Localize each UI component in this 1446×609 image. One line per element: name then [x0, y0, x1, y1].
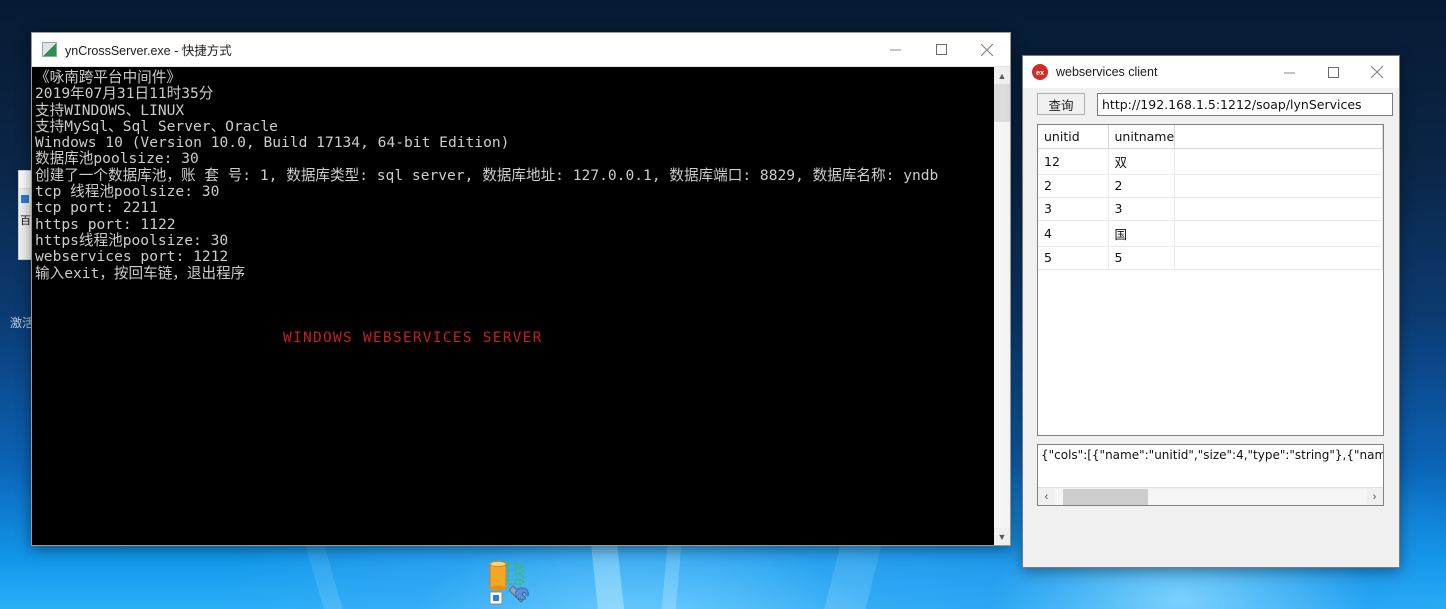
cell-unitname[interactable]: 2 [1108, 174, 1175, 198]
console-banner: WINDOWS WEBSERVICES SERVER [283, 329, 543, 346]
cell-unitname[interactable]: 双 [1108, 148, 1175, 175]
column-header-filler[interactable] [1174, 125, 1383, 149]
console-line: 输入exit，按回车链，退出程序 [35, 264, 246, 282]
close-icon[interactable] [1355, 56, 1399, 88]
cell-filler[interactable] [1174, 174, 1383, 198]
console-scrollbar-track[interactable] [994, 84, 1010, 528]
console-line: 支持WINDOWS、LINUX [35, 101, 185, 119]
cell-unitname[interactable]: 3 [1108, 197, 1175, 221]
console-line: tcp 线程池poolsize: 30 [35, 183, 220, 201]
table-header-row: unitid unitname [1038, 125, 1383, 149]
scroll-up-icon[interactable]: ▲ [994, 67, 1010, 84]
console-window-controls [872, 33, 1010, 66]
desktop-icon-database-tools[interactable] [476, 560, 540, 609]
client-window-controls [1267, 56, 1399, 88]
console-title: ynCrossServer.exe - 快捷方式 [65, 44, 232, 58]
console-line: tcp port: 2211 [35, 199, 159, 217]
console-line: https线程池poolsize: 30 [35, 231, 229, 249]
console-scrollbar[interactable]: ▲ ▼ [993, 67, 1010, 545]
table-row[interactable]: 2 2 [1038, 174, 1383, 198]
json-horizontal-scrollbar[interactable]: ‹ › [1038, 487, 1383, 505]
console-titlebar[interactable]: ynCrossServer.exe - 快捷方式 [32, 33, 1010, 66]
console-line: Windows 10 (Version 10.0, Build 17134, 6… [35, 134, 510, 152]
scroll-left-icon[interactable]: ‹ [1038, 488, 1055, 505]
cell-filler[interactable] [1174, 220, 1383, 247]
console-line: 数据库池poolsize: 30 [35, 150, 199, 168]
json-result-text[interactable]: {"cols":[{"name":"unitid","size":4,"type… [1038, 445, 1383, 487]
console-app-icon [42, 42, 57, 57]
scroll-down-icon[interactable]: ▼ [994, 528, 1010, 545]
cell-unitid[interactable]: 5 [1038, 246, 1109, 270]
client-toolbar: 查询 http://192.168.1.5:1212/soap/lynServi… [1023, 88, 1399, 120]
maximize-icon[interactable] [1311, 56, 1355, 88]
console-line: webservices port: 1212 [35, 248, 229, 266]
scroll-right-icon[interactable]: › [1366, 488, 1383, 505]
minimize-icon[interactable] [1267, 56, 1311, 88]
cell-filler[interactable] [1174, 246, 1383, 270]
cell-unitname[interactable]: 5 [1108, 246, 1175, 270]
console-line: 创建了一个数据库池，账 套 号: 1, 数据库类型: sql server, 数… [35, 166, 939, 184]
console-line: https port: 1122 [35, 215, 176, 233]
maximize-icon[interactable] [918, 33, 964, 66]
url-input[interactable]: http://192.168.1.5:1212/soap/lynServices [1097, 92, 1393, 116]
cell-unitid[interactable]: 12 [1038, 148, 1109, 175]
table-row[interactable]: 12 双 [1038, 148, 1383, 175]
webservices-client-window[interactable]: ex webservices client 查询 http://192.168.… [1022, 55, 1400, 568]
database-tools-icon [489, 561, 529, 605]
background-window-icon [21, 195, 29, 203]
cell-unitid[interactable]: 4 [1038, 220, 1109, 247]
table-row[interactable]: 5 5 [1038, 246, 1383, 270]
desktop: 百 激活 ynCrossServer.exe - 快捷方式 《咏南跨平台中间件》… [0, 0, 1446, 609]
cell-filler[interactable] [1174, 148, 1383, 175]
console-window[interactable]: ynCrossServer.exe - 快捷方式 《咏南跨平台中间件》 2019… [31, 32, 1011, 546]
client-titlebar[interactable]: ex webservices client [1023, 56, 1399, 88]
query-button[interactable]: 查询 [1037, 93, 1085, 115]
column-header-unitname[interactable]: unitname [1108, 125, 1175, 149]
json-result-box[interactable]: {"cols":[{"name":"unitid","size":4,"type… [1037, 444, 1384, 506]
console-output: 《咏南跨平台中间件》 2019年07月31日11时35分 支持WINDOWS、L… [32, 67, 993, 545]
console-scrollbar-thumb[interactable] [994, 84, 1010, 122]
console-line: 《咏南跨平台中间件》 [35, 69, 181, 86]
client-title: webservices client [1056, 65, 1158, 79]
minimize-icon[interactable] [872, 33, 918, 66]
background-window-label: 百 [20, 215, 31, 227]
console-line: 2019年07月31日11时35分 [35, 85, 214, 103]
result-table: unitid unitname 12 双 2 2 3 3 4 国 5 5 [1038, 125, 1383, 270]
console-body[interactable]: 《咏南跨平台中间件》 2019年07月31日11时35分 支持WINDOWS、L… [32, 66, 1010, 545]
client-app-icon: ex [1032, 64, 1048, 80]
json-scrollbar-track[interactable] [1055, 488, 1366, 505]
console-line: 支持MySql、Sql Server、Oracle [35, 117, 278, 135]
cell-unitid[interactable]: 3 [1038, 197, 1109, 221]
background-window-titlebar [19, 171, 31, 189]
cell-unitname[interactable]: 国 [1108, 220, 1175, 247]
close-icon[interactable] [964, 33, 1010, 66]
table-row[interactable]: 3 3 [1038, 197, 1383, 221]
cell-filler[interactable] [1174, 197, 1383, 221]
result-data-grid[interactable]: unitid unitname 12 双 2 2 3 3 4 国 5 5 [1037, 124, 1384, 436]
json-scrollbar-thumb[interactable] [1063, 488, 1148, 505]
table-row[interactable]: 4 国 [1038, 220, 1383, 247]
column-header-unitid[interactable]: unitid [1038, 125, 1109, 149]
cell-unitid[interactable]: 2 [1038, 174, 1109, 198]
